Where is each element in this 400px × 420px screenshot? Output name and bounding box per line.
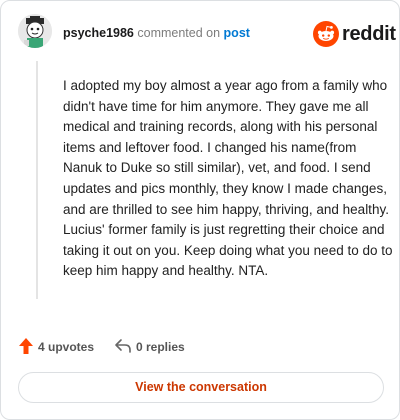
upvote-count: 4 upvotes	[38, 340, 95, 354]
thread-line[interactable]	[36, 61, 38, 299]
reply-count: 0 replies	[136, 340, 185, 354]
commented-on-label: commented on	[137, 26, 221, 40]
upvote-arrow-icon[interactable]	[18, 337, 34, 355]
post-link[interactable]: post	[224, 26, 250, 40]
reddit-logo-icon	[313, 21, 339, 47]
username[interactable]: psyche1986	[63, 26, 134, 40]
comment-body: I adopted my boy almost a year ago from …	[63, 78, 393, 279]
avatar-icon	[18, 14, 52, 48]
commenter-line: psyche1986 commented on post	[63, 25, 250, 41]
view-conversation-button[interactable]: View the conversation	[18, 372, 384, 403]
reply-arrow-icon[interactable]	[114, 338, 132, 354]
comment-actions: 4 upvotes 0 replies	[1, 331, 400, 365]
avatar[interactable]	[18, 14, 52, 48]
reddit-wordmark: reddit	[342, 23, 396, 45]
comment-card: psyche1986 commented on post reddit I ad…	[0, 0, 400, 420]
comment-header: psyche1986 commented on post reddit	[1, 1, 400, 61]
